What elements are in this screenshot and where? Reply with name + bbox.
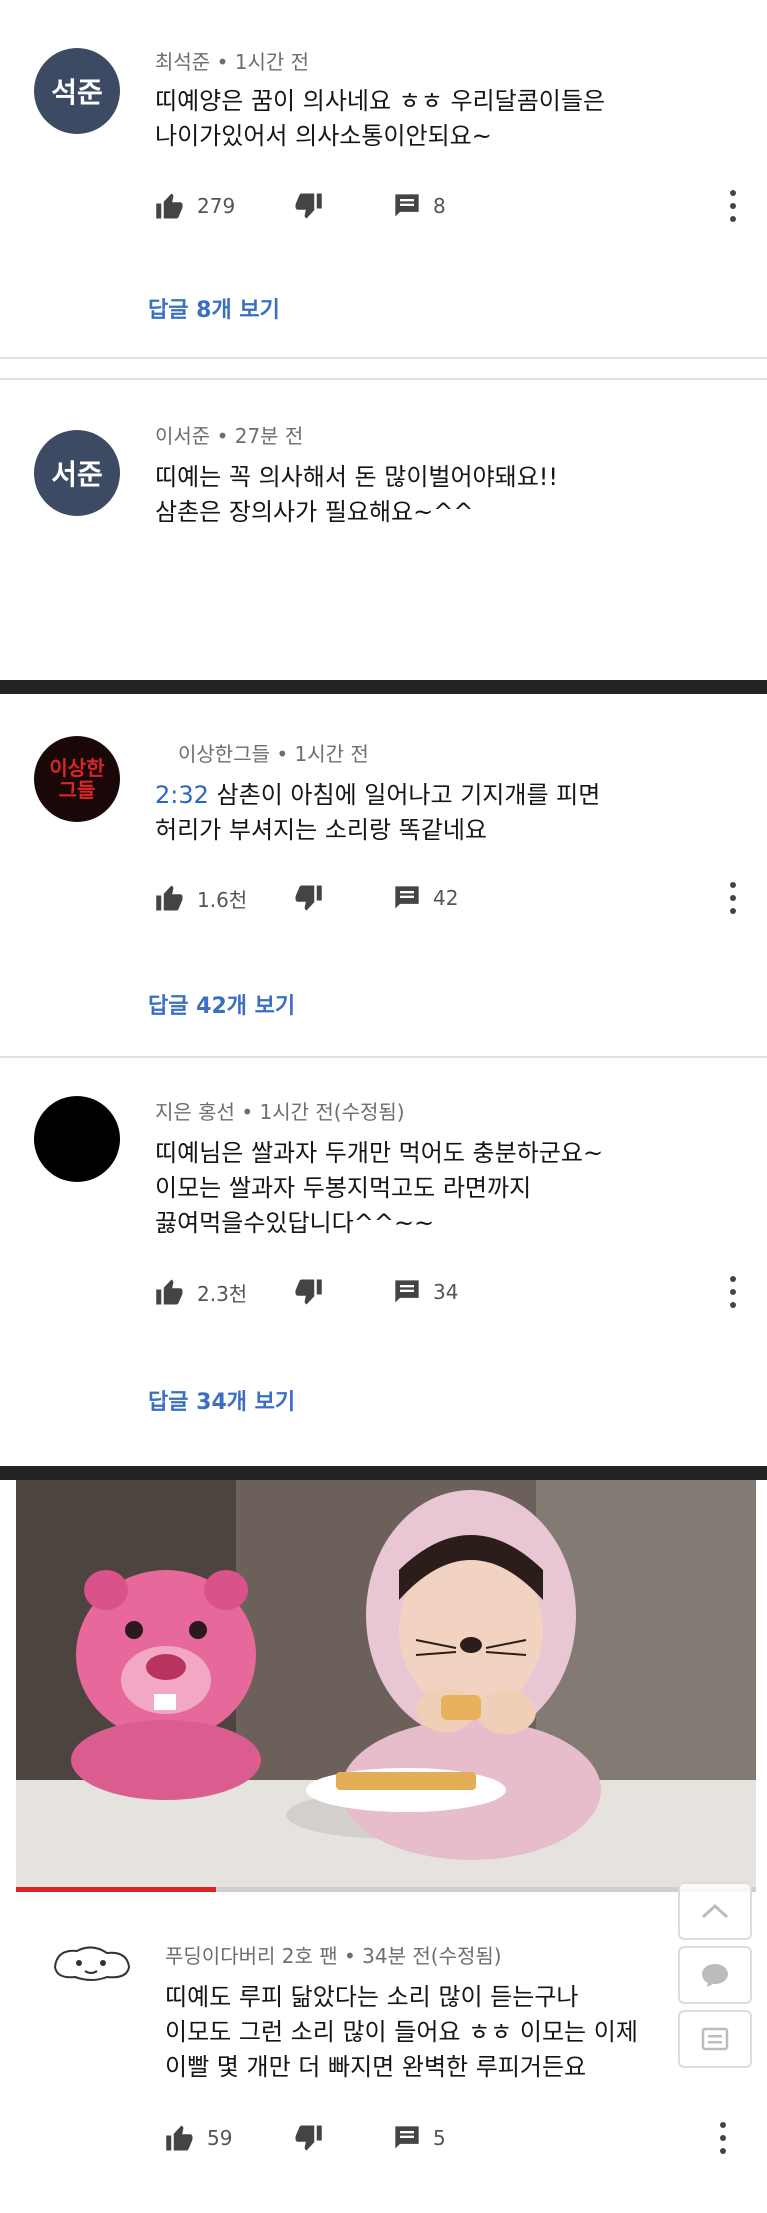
comment-author[interactable]: 푸딩이다버리 2호 팬 [165, 1944, 338, 1968]
comment-body: 삼촌이 아침에 일어나고 기지개를 피면 허리가 부셔지는 소리랑 똑같네요 [155, 781, 601, 844]
view-replies-link[interactable]: 답글 8개 보기 [148, 292, 280, 324]
comment-panel-1: 석준 최석준 • 1시간 전 띠예양은 꿈이 의사네요 ㅎㅎ 우리달콤이들은 나… [0, 0, 767, 357]
avatar[interactable]: 서준 [34, 430, 120, 516]
comment-text: 띠예님은 쌀과자 두개만 먹어도 충분하군요~ 이모는 쌀과자 두봉지먹고도 라… [155, 1139, 604, 1237]
reply-icon [395, 1280, 419, 1303]
comment-shortcut-button[interactable] [678, 1946, 752, 2004]
comment-author[interactable]: 최석준 [155, 50, 210, 74]
divider [0, 357, 767, 359]
avatar[interactable] [42, 1932, 142, 1992]
dislike-button[interactable] [293, 1272, 323, 1312]
comment-author[interactable]: 이서준 [155, 424, 210, 448]
comment-item: 지은 홍선 • 1시간 전(수정됨) 띠예님은 쌀과자 두개만 먹어도 충분하군… [0, 1058, 767, 1466]
like-count: 2.3천 [197, 1281, 248, 1306]
chevron-up-icon [701, 1903, 729, 1919]
chat-bubble-icon [702, 1964, 728, 1987]
comment-actions: 2.3천 34 [155, 1272, 767, 1312]
scroll-top-button[interactable] [678, 1882, 752, 1940]
view-replies-link[interactable]: 답글 42개 보기 [148, 988, 295, 1020]
like-button[interactable]: 2.3천 [155, 1272, 247, 1312]
comment-meta: 이상한그들 • 1시간 전 [178, 738, 369, 767]
thumbs-down-icon [295, 2125, 322, 2151]
comment-panel-2: 서준 이서준 • 27분 전 띠예는 꼭 의사해서 돈 많이벌어야돼요!! 삼촌… [0, 380, 767, 680]
comment-author[interactable]: 지은 홍선 [155, 1100, 235, 1124]
comment-text: 띠예도 루피 닮았다는 소리 많이 듣는구나 이모도 그런 소리 많이 들어요 … [165, 1983, 638, 2081]
reply-count: 34 [433, 1280, 459, 1304]
avatar[interactable] [34, 1096, 120, 1182]
list-view-button[interactable] [678, 2010, 752, 2068]
list-icon [701, 2027, 729, 2051]
more-vert-icon[interactable] [729, 882, 737, 914]
avatar-sketch-image [53, 1946, 131, 1981]
dislike-button[interactable] [293, 878, 323, 918]
more-vert-icon[interactable] [729, 1276, 737, 1308]
reply-button[interactable]: 8 [393, 186, 446, 226]
comment-meta: 최석준 • 1시간 전 [155, 46, 309, 75]
comment-time: • 34분 전(수정됨) [344, 1944, 502, 1968]
comment-meta: 이서준 • 27분 전 [155, 420, 303, 449]
thumbs-down-icon [295, 1279, 322, 1305]
reply-count: 5 [433, 2126, 446, 2150]
comment-time: • 27분 전 [216, 424, 304, 448]
reply-icon [395, 2126, 419, 2149]
comment-item: 이상한그들 이상한그들 • 1시간 전 2:32 삼촌이 아침에 일어나고 기지… [0, 694, 767, 1056]
reply-button[interactable]: 5 [393, 2118, 446, 2158]
like-count: 59 [207, 2126, 233, 2150]
thumbs-up-icon [156, 1279, 183, 1305]
comment-time: • 1시간 전 [216, 50, 309, 74]
thumbs-down-icon [295, 885, 322, 911]
reply-count: 8 [433, 194, 446, 218]
like-count: 279 [197, 194, 236, 218]
more-vert-icon[interactable] [729, 190, 737, 222]
reply-button[interactable]: 42 [393, 878, 458, 918]
comment-panel-3: 이상한그들 이상한그들 • 1시간 전 2:32 삼촌이 아침에 일어나고 기지… [0, 694, 767, 1466]
comment-item: 석준 최석준 • 1시간 전 띠예양은 꿈이 의사네요 ㅎㅎ 우리달콤이들은 나… [0, 0, 767, 357]
comment-author[interactable]: 이상한그들 [178, 742, 270, 766]
comment-text: 띠예는 꼭 의사해서 돈 많이벌어야돼요!! 삼촌은 장의사가 필요해요~^^ [155, 463, 559, 526]
like-button[interactable]: 279 [155, 186, 235, 226]
comment-meta: 지은 홍선 • 1시간 전(수정됨) [155, 1096, 405, 1125]
reply-count: 42 [433, 886, 459, 910]
comment-actions: 279 8 [155, 186, 767, 226]
thumbs-up-icon [156, 193, 183, 219]
avatar-initials: 이상한그들 [49, 756, 105, 802]
video-frame-image [16, 1480, 756, 1890]
comment-time: • 1시간 전 [276, 742, 369, 766]
section-separator [0, 680, 767, 694]
comment-actions: 59 5 [165, 2118, 767, 2158]
section-separator [0, 1466, 767, 1480]
thumbs-down-icon [295, 193, 322, 219]
reply-icon [395, 886, 419, 909]
dislike-button[interactable] [293, 186, 323, 226]
comment-item: 서준 이서준 • 27분 전 띠예는 꼭 의사해서 돈 많이벌어야돼요!! 삼촌… [0, 380, 767, 680]
view-replies-link[interactable]: 답글 34개 보기 [148, 1384, 295, 1416]
comment-text: 2:32 삼촌이 아침에 일어나고 기지개를 피면 허리가 부셔지는 소리랑 똑… [155, 778, 745, 848]
dislike-button[interactable] [293, 2118, 323, 2158]
comment-meta: 푸딩이다버리 2호 팬 • 34분 전(수정됨) [165, 1940, 502, 1969]
reply-icon [395, 194, 419, 217]
comment-text: 띠예양은 꿈이 의사네요 ㅎㅎ 우리달콤이들은 나이가있어서 의사소통이안되요~ [155, 87, 606, 150]
like-count: 1.6천 [197, 887, 248, 912]
video-timestamp-link[interactable]: 2:32 [155, 781, 209, 809]
more-vert-icon[interactable] [719, 2122, 727, 2154]
reply-button[interactable]: 34 [393, 1272, 458, 1312]
avatar-initials: 서준 [51, 458, 103, 491]
like-button[interactable]: 1.6천 [155, 878, 247, 918]
video-player[interactable] [16, 1480, 756, 1890]
like-button[interactable]: 59 [165, 2118, 232, 2158]
comment-item: 푸딩이다버리 2호 팬 • 34분 전(수정됨) 띠예도 루피 닮았다는 소리 … [0, 1892, 767, 2213]
avatar[interactable]: 석준 [34, 48, 120, 134]
thumbs-up-icon [166, 2125, 193, 2151]
thumbs-up-icon [156, 885, 183, 911]
avatar[interactable]: 이상한그들 [34, 736, 120, 822]
comment-time: • 1시간 전(수정됨) [241, 1100, 405, 1124]
comment-actions: 1.6천 42 [155, 878, 767, 918]
avatar-initials: 석준 [51, 76, 103, 109]
